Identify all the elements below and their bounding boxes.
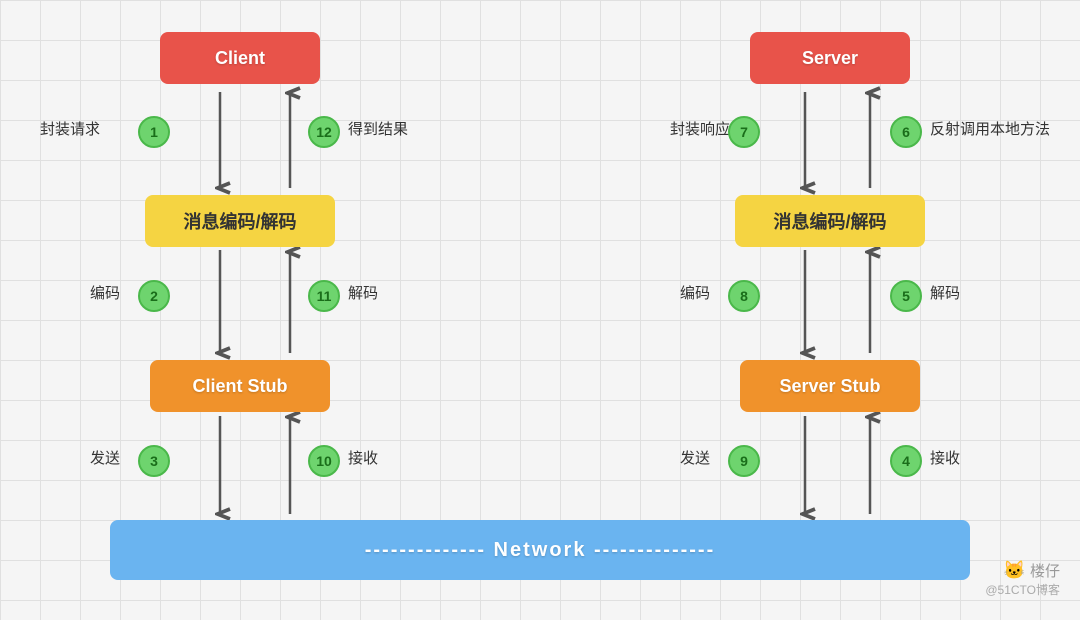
network-label: -------------- Network -------------- (365, 539, 716, 562)
label-step11: 解码 (348, 282, 378, 303)
client-box: Client (160, 32, 320, 84)
label-step9: 发送 (680, 447, 710, 468)
circle-1: 1 (138, 116, 170, 148)
label-step1: 封装请求 (40, 118, 100, 139)
label-step10: 接收 (348, 447, 378, 468)
server-label: Server (802, 48, 858, 69)
encode-client-box: 消息编码/解码 (145, 195, 335, 247)
watermark-icon: 🐱 (1003, 560, 1025, 580)
label-step5: 解码 (930, 282, 960, 303)
circle-11: 11 (308, 280, 340, 312)
client-stub-label: Client Stub (193, 376, 288, 397)
client-stub-box: Client Stub (150, 360, 330, 412)
encode-server-label: 消息编码/解码 (773, 208, 886, 234)
server-box: Server (750, 32, 910, 84)
server-stub-label: Server Stub (779, 376, 880, 397)
label-step4: 接收 (930, 447, 960, 468)
network-box: -------------- Network -------------- (110, 520, 970, 580)
label-step6: 反射调用本地方法 (930, 118, 1050, 139)
label-step7: 封装响应 (670, 118, 730, 139)
watermark-name: 楼仔 (1030, 563, 1060, 580)
server-stub-box: Server Stub (740, 360, 920, 412)
circle-9: 9 (728, 445, 760, 477)
circle-5: 5 (890, 280, 922, 312)
label-step3: 发送 (90, 447, 120, 468)
label-step12: 得到结果 (348, 118, 408, 139)
circle-3: 3 (138, 445, 170, 477)
circle-4: 4 (890, 445, 922, 477)
label-step8: 编码 (680, 282, 710, 303)
circle-7: 7 (728, 116, 760, 148)
encode-server-box: 消息编码/解码 (735, 195, 925, 247)
circle-10: 10 (308, 445, 340, 477)
circle-6: 6 (890, 116, 922, 148)
watermark-site: @51CTO博客 (985, 581, 1060, 598)
encode-client-label: 消息编码/解码 (183, 208, 296, 234)
circle-2: 2 (138, 280, 170, 312)
watermark: 🐱 楼仔 @51CTO博客 (985, 560, 1060, 598)
circle-12: 12 (308, 116, 340, 148)
circle-8: 8 (728, 280, 760, 312)
client-label: Client (215, 48, 265, 69)
label-step2: 编码 (90, 282, 120, 303)
